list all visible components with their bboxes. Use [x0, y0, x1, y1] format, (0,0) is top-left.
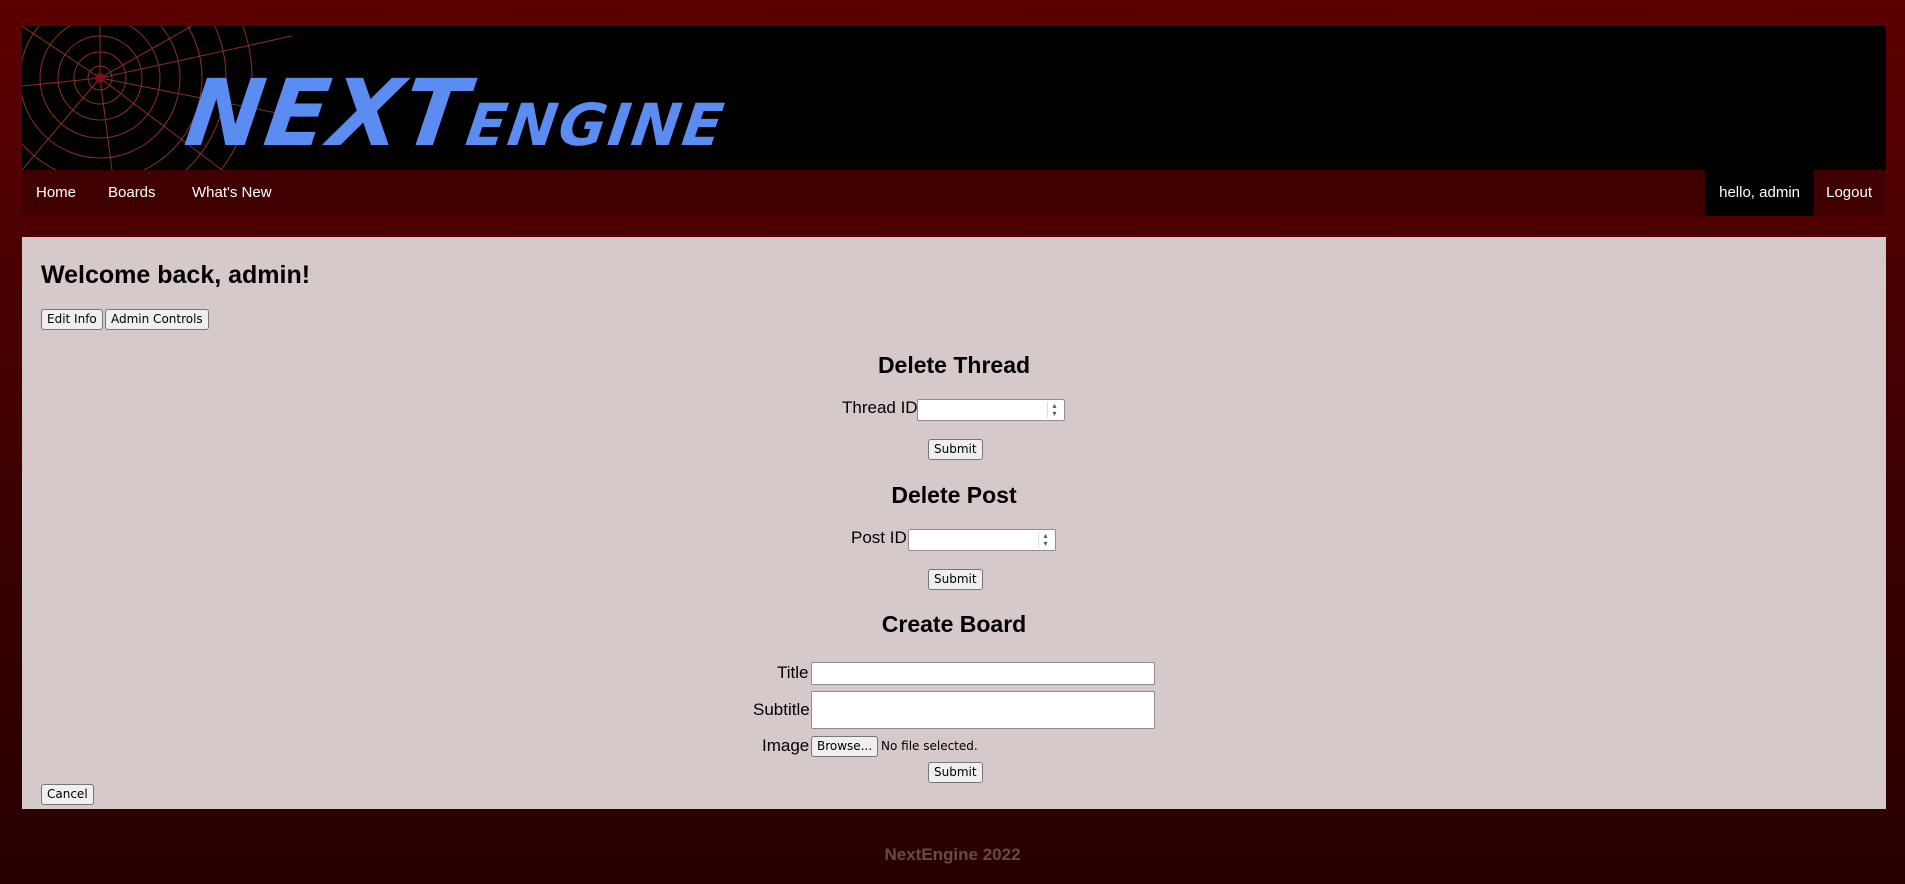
delete-thread-submit-button[interactable]: Submit [928, 439, 983, 460]
logo-main-text: NEXT [179, 60, 477, 167]
delete-post-heading: Delete Post [891, 482, 1017, 508]
navbar: Home Boards What's New hello, admin Logo… [22, 170, 1886, 216]
thread-id-label: Thread ID [842, 398, 918, 417]
browse-file-button[interactable]: Browse... [811, 736, 879, 757]
number-spinner-icon[interactable]: ▴ ▾ [1047, 402, 1061, 418]
board-title-input[interactable] [811, 662, 1155, 685]
nav-boards-link[interactable]: Boards [94, 170, 170, 216]
cancel-button[interactable]: Cancel [41, 784, 94, 805]
delete-post-submit-button[interactable]: Submit [928, 569, 983, 590]
delete-thread-heading: Delete Thread [877, 352, 1031, 378]
nav-logout-link[interactable]: Logout [1812, 170, 1886, 216]
post-id-input[interactable]: ▴ ▾ [908, 529, 1056, 551]
main-content: Welcome back, admin! Edit Info Admin Con… [22, 237, 1886, 809]
edit-info-button[interactable]: Edit Info [41, 309, 103, 330]
site-banner: NEXTengine [22, 26, 1886, 170]
board-image-label: Image [762, 736, 810, 755]
thread-id-input[interactable]: ▴ ▾ [917, 399, 1065, 421]
board-title-label: Title [777, 663, 809, 682]
board-subtitle-textarea[interactable] [811, 691, 1155, 729]
page-title: Welcome back, admin! [41, 261, 311, 289]
nav-home-link[interactable]: Home [22, 170, 90, 216]
user-greeting[interactable]: hello, admin [1705, 170, 1814, 216]
logo-sub-text: engine [462, 91, 730, 159]
create-board-submit-button[interactable]: Submit [928, 762, 983, 783]
post-id-label: Post ID [851, 528, 907, 547]
admin-controls-button[interactable]: Admin Controls [105, 309, 209, 330]
footer-text: NextEngine 2022 [884, 845, 1021, 864]
number-spinner-icon[interactable]: ▴ ▾ [1038, 532, 1052, 548]
nav-whats-new-link[interactable]: What's New [178, 170, 286, 216]
create-board-heading: Create Board [881, 611, 1027, 637]
file-status-text: No file selected. [881, 739, 978, 753]
board-subtitle-label: Subtitle [753, 700, 810, 719]
site-logo[interactable]: NEXTengine [180, 60, 733, 167]
